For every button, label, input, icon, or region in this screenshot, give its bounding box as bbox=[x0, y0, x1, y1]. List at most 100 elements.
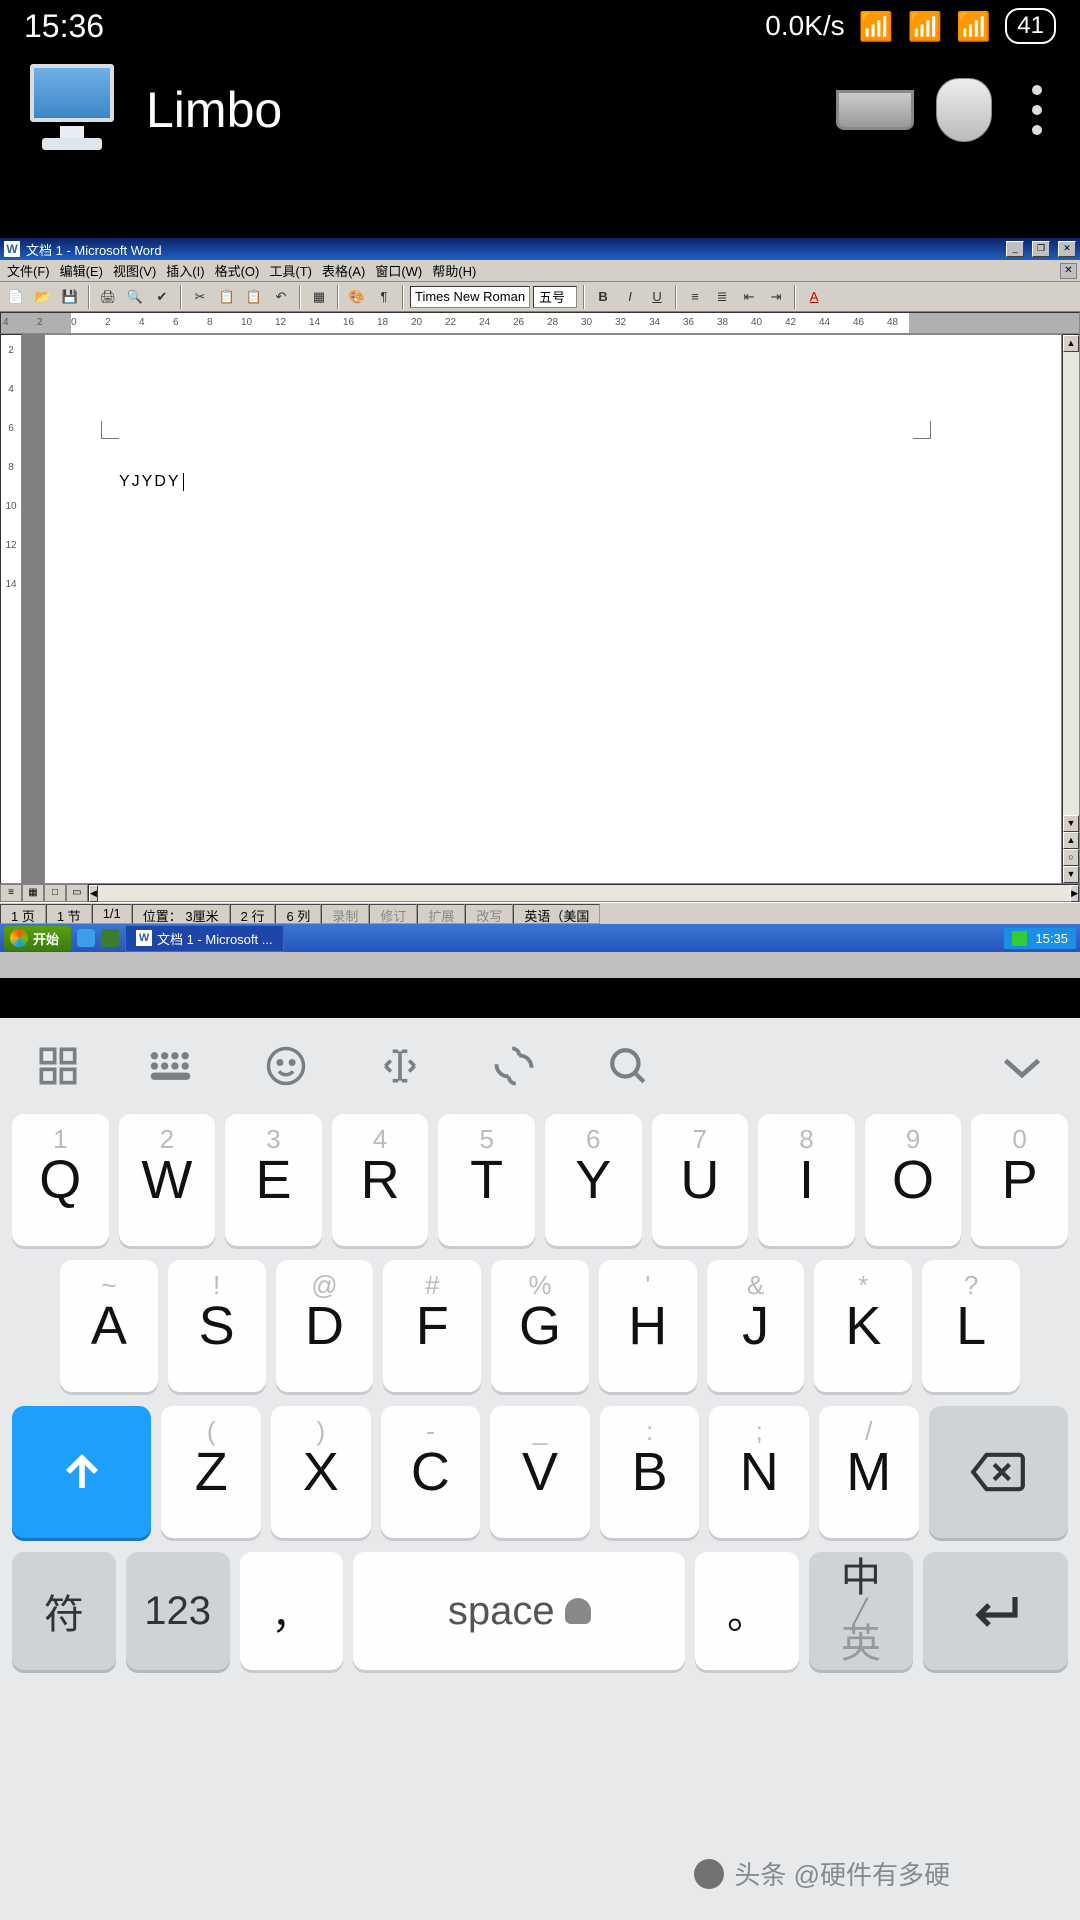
voice-icon[interactable] bbox=[492, 1044, 536, 1088]
key-h[interactable]: 'H bbox=[599, 1260, 697, 1392]
paste-button[interactable]: 📋 bbox=[242, 285, 266, 309]
key-w[interactable]: 2W bbox=[119, 1114, 216, 1246]
key-t[interactable]: 5T bbox=[438, 1114, 535, 1246]
space-key[interactable]: space bbox=[353, 1552, 685, 1670]
key-s[interactable]: !S bbox=[168, 1260, 266, 1392]
new-button[interactable]: 📄 bbox=[4, 285, 28, 309]
print-button[interactable]: 🖨 bbox=[96, 285, 120, 309]
menu-edit[interactable]: 编辑(E) bbox=[56, 259, 107, 282]
comma-key[interactable]: ， bbox=[240, 1552, 344, 1670]
minimize-button[interactable]: _ bbox=[1006, 241, 1024, 257]
key-o[interactable]: 9O bbox=[865, 1114, 962, 1246]
status-rev[interactable]: 修订 bbox=[369, 904, 417, 924]
horizontal-scrollbar[interactable]: ◀▶ bbox=[88, 884, 1080, 902]
size-combo[interactable]: 五号 bbox=[533, 286, 577, 308]
italic-button[interactable]: I bbox=[618, 285, 642, 309]
maximize-button[interactable]: ❐ bbox=[1032, 241, 1050, 257]
menu-file[interactable]: 文件(F) bbox=[3, 259, 54, 282]
status-rec[interactable]: 录制 bbox=[321, 904, 369, 924]
key-y[interactable]: 6Y bbox=[545, 1114, 642, 1246]
system-tray[interactable]: 15:35 bbox=[1004, 928, 1076, 949]
document-page[interactable]: YJYDY bbox=[44, 334, 1062, 884]
scroll-up-icon[interactable]: ▲ bbox=[1063, 335, 1079, 352]
key-p[interactable]: 0P bbox=[971, 1114, 1068, 1246]
bullist-button[interactable]: ≣ bbox=[710, 285, 734, 309]
keyboard-toggle-icon[interactable] bbox=[836, 90, 914, 130]
tables-button[interactable]: ▦ bbox=[307, 285, 331, 309]
quicklaunch-ie-icon[interactable] bbox=[77, 929, 95, 947]
horizontal-ruler[interactable]: 4202468101214161820222426283032343638404… bbox=[0, 312, 1080, 334]
menu-window[interactable]: 窗口(W) bbox=[371, 259, 426, 282]
key-v[interactable]: _V bbox=[490, 1406, 590, 1538]
enter-key[interactable] bbox=[923, 1552, 1068, 1670]
keyboard-layout-icon[interactable] bbox=[150, 1044, 194, 1088]
key-i[interactable]: 8I bbox=[758, 1114, 855, 1246]
cut-button[interactable]: ✂ bbox=[188, 285, 212, 309]
app-grid-icon[interactable] bbox=[36, 1044, 80, 1088]
key-m[interactable]: /M bbox=[819, 1406, 919, 1538]
spell-button[interactable]: ✔ bbox=[150, 285, 174, 309]
key-z[interactable]: (Z bbox=[161, 1406, 261, 1538]
bold-button[interactable]: B bbox=[591, 285, 615, 309]
key-n[interactable]: ;N bbox=[709, 1406, 809, 1538]
doc-close-button[interactable]: ✕ bbox=[1060, 263, 1077, 279]
shift-key[interactable] bbox=[12, 1406, 151, 1538]
fontcolor-button[interactable]: A bbox=[802, 285, 826, 309]
next-page-icon[interactable]: ▼ bbox=[1063, 866, 1079, 883]
key-g[interactable]: %G bbox=[491, 1260, 589, 1392]
start-button[interactable]: 开始 bbox=[4, 926, 71, 951]
key-j[interactable]: &J bbox=[707, 1260, 805, 1392]
menu-table[interactable]: 表格(A) bbox=[318, 259, 369, 282]
font-combo[interactable]: Times New Roman bbox=[410, 286, 530, 308]
vertical-scrollbar[interactable]: ▲ ▼ ▲ ○ ▼ bbox=[1062, 334, 1080, 884]
key-r[interactable]: 4R bbox=[332, 1114, 429, 1246]
browse-object-icon[interactable]: ○ bbox=[1063, 849, 1079, 866]
key-u[interactable]: 7U bbox=[652, 1114, 749, 1246]
key-e[interactable]: 3E bbox=[225, 1114, 322, 1246]
menu-view[interactable]: 视图(V) bbox=[109, 259, 160, 282]
undo-button[interactable]: ↶ bbox=[269, 285, 293, 309]
menu-help[interactable]: 帮助(H) bbox=[428, 259, 480, 282]
outdent-button[interactable]: ⇤ bbox=[737, 285, 761, 309]
key-l[interactable]: ?L bbox=[922, 1260, 1020, 1392]
key-k[interactable]: *K bbox=[814, 1260, 912, 1392]
indent-button[interactable]: ⇥ bbox=[764, 285, 788, 309]
status-ovw[interactable]: 改写 bbox=[465, 904, 513, 924]
language-key[interactable]: 中╱英 bbox=[809, 1552, 913, 1670]
menu-insert[interactable]: 插入(I) bbox=[162, 259, 208, 282]
cursor-tool-icon[interactable] bbox=[378, 1044, 422, 1088]
status-lang[interactable]: 英语（美国 bbox=[513, 904, 600, 924]
underline-button[interactable]: U bbox=[645, 285, 669, 309]
taskbar-word-button[interactable]: W 文档 1 - Microsoft ... bbox=[125, 925, 284, 952]
key-q[interactable]: 1Q bbox=[12, 1114, 109, 1246]
key-b[interactable]: :B bbox=[600, 1406, 700, 1538]
collapse-keyboard-icon[interactable] bbox=[1000, 1044, 1044, 1088]
prev-page-icon[interactable]: ▲ bbox=[1063, 832, 1079, 849]
scroll-down-icon[interactable]: ▼ bbox=[1063, 815, 1079, 832]
preview-button[interactable]: 🔍 bbox=[123, 285, 147, 309]
copy-button[interactable]: 📋 bbox=[215, 285, 239, 309]
numlist-button[interactable]: ≡ bbox=[683, 285, 707, 309]
key-d[interactable]: @D bbox=[276, 1260, 374, 1392]
key-a[interactable]: ~A bbox=[60, 1260, 158, 1392]
status-ext[interactable]: 扩展 bbox=[417, 904, 465, 924]
security-shield-icon[interactable] bbox=[1012, 931, 1027, 946]
key-f[interactable]: #F bbox=[383, 1260, 481, 1392]
vertical-ruler[interactable]: 2468101214 bbox=[0, 334, 22, 884]
save-button[interactable]: 💾 bbox=[58, 285, 82, 309]
numbers-key[interactable]: 123 bbox=[126, 1552, 230, 1670]
period-key[interactable]: 。 bbox=[695, 1552, 799, 1670]
overflow-menu-icon[interactable] bbox=[1014, 85, 1060, 135]
key-c[interactable]: -C bbox=[381, 1406, 481, 1538]
backspace-key[interactable] bbox=[929, 1406, 1068, 1538]
paint-button[interactable]: 🎨 bbox=[345, 285, 369, 309]
close-button[interactable]: ✕ bbox=[1058, 241, 1076, 257]
menu-format[interactable]: 格式(O) bbox=[211, 259, 264, 282]
menu-tools[interactable]: 工具(T) bbox=[265, 259, 316, 282]
open-button[interactable]: 📂 bbox=[31, 285, 55, 309]
key-x[interactable]: )X bbox=[271, 1406, 371, 1538]
symbols-key[interactable]: 符 bbox=[12, 1552, 116, 1670]
quicklaunch-desktop-icon[interactable] bbox=[101, 929, 119, 947]
emoji-icon[interactable] bbox=[264, 1044, 308, 1088]
mouse-toggle-icon[interactable] bbox=[936, 78, 992, 142]
